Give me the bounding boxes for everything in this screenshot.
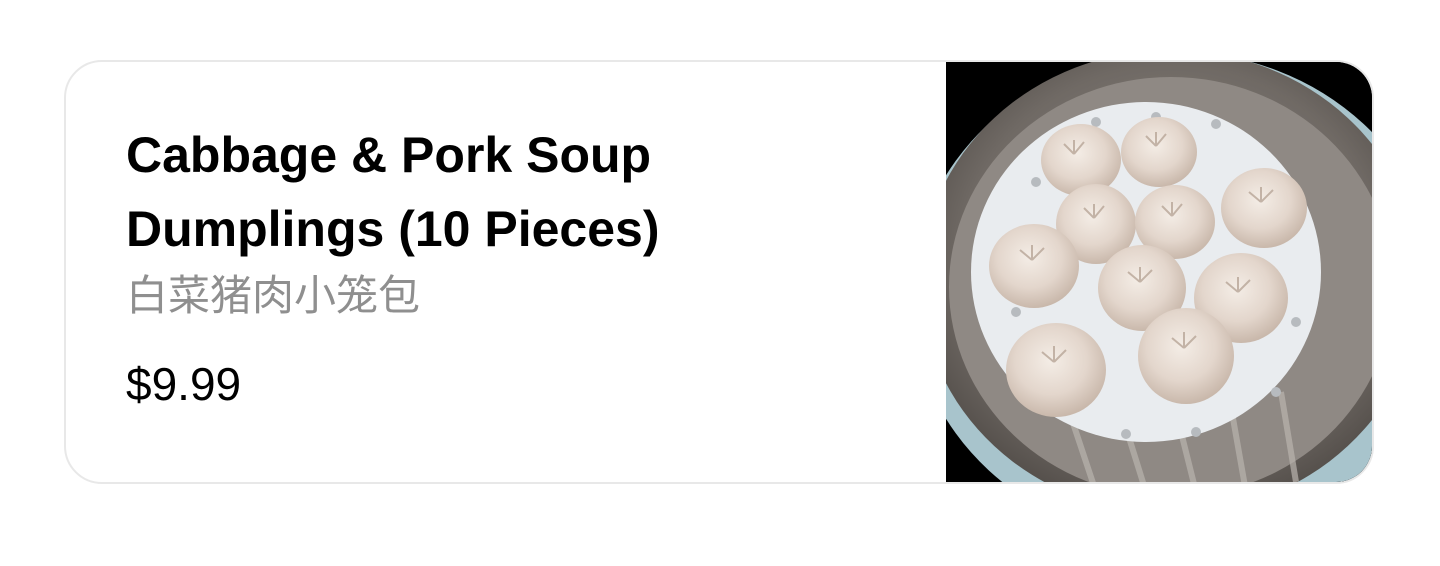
menu-item-chinese-name: 白菜猪肉小笼包 bbox=[126, 271, 421, 320]
menu-item-photo[interactable] bbox=[946, 62, 1372, 482]
soup-dumplings-photo bbox=[946, 62, 1372, 482]
menu-item-info: Cabbage & Pork Soup Dumplings (10 Pieces… bbox=[126, 118, 826, 412]
menu-item-price: $9.99 bbox=[126, 358, 242, 410]
menu-item-card[interactable]: Cabbage & Pork Soup Dumplings (10 Pieces… bbox=[64, 60, 1374, 484]
menu-item-title: Cabbage & Pork Soup Dumplings (10 Pieces… bbox=[126, 127, 660, 257]
